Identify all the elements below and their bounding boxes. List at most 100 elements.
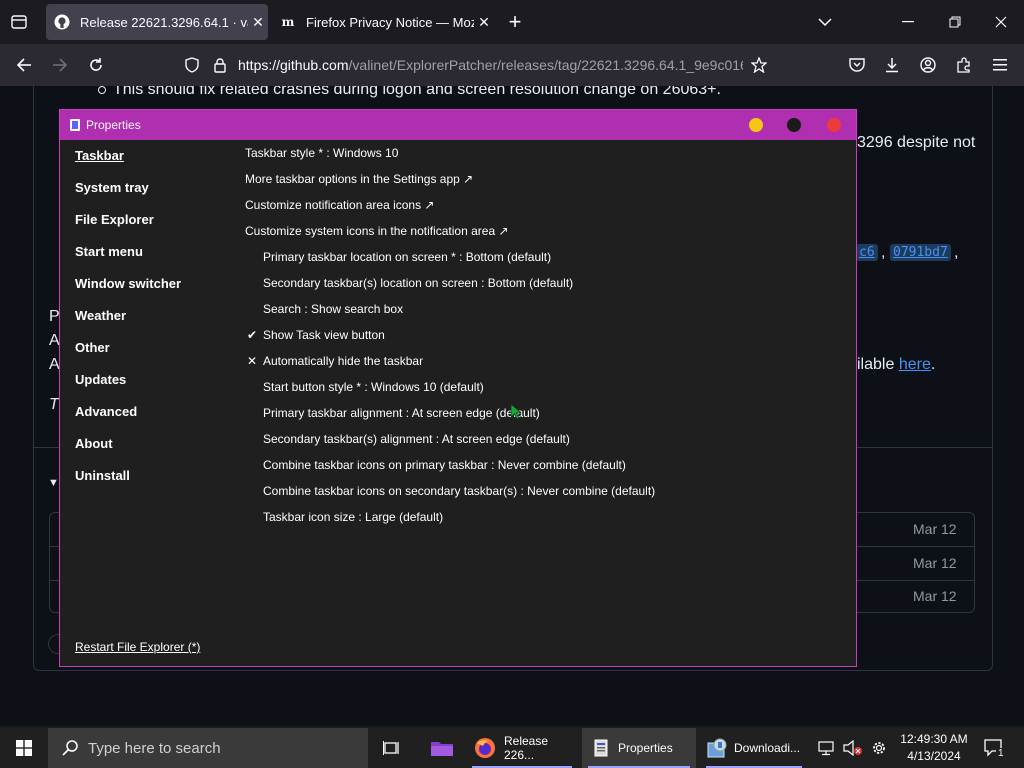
option-taskbar-style[interactable]: Taskbar style * : Windows 10 <box>245 146 398 160</box>
option-icon-size[interactable]: Taskbar icon size : Large (default) <box>263 510 443 524</box>
taskbar-app-label: Release 226... <box>504 734 549 762</box>
menu-icon[interactable] <box>988 53 1012 77</box>
shield-icon[interactable] <box>182 55 202 75</box>
text-fragment: T <box>49 396 59 413</box>
commit-link[interactable]: 0791bd7 <box>890 244 951 261</box>
nav-about[interactable]: About <box>75 436 113 451</box>
option-notification-icons[interactable]: Customize notification area icons ↗ <box>245 198 434 212</box>
option-combine-secondary[interactable]: Combine taskbar icons on secondary taskb… <box>263 484 655 498</box>
option-label: Show Task view button <box>263 328 385 342</box>
taskbar-search-box[interactable]: Type here to search <box>48 728 368 768</box>
pocket-icon[interactable] <box>845 53 869 77</box>
cross-mark-icon: ✕ <box>247 354 258 368</box>
tab-list-icon[interactable] <box>8 12 30 32</box>
forward-arrow-icon[interactable] <box>48 53 72 77</box>
text-fragment: 3296 despite not <box>857 134 976 151</box>
nav-other[interactable]: Other <box>75 340 110 355</box>
tab-firefox-privacy[interactable]: m Firefox Privacy Notice — Mozilla ✕ <box>272 4 494 40</box>
asset-date: Mar 12 <box>913 521 957 537</box>
option-auto-hide[interactable]: ✕ Automatically hide the taskbar <box>247 354 424 368</box>
checkmark-icon: ✔ <box>247 328 258 342</box>
minimize-window-icon[interactable] <box>896 10 920 34</box>
installer-icon <box>706 737 728 759</box>
comma: , <box>881 244 886 261</box>
close-tab-icon[interactable]: ✕ <box>474 14 494 31</box>
address-bar[interactable]: https://github.com/valinet/ExplorerPatch… <box>232 49 776 81</box>
option-more-taskbar-options[interactable]: More taskbar options in the Settings app… <box>245 172 473 186</box>
nav-window-switcher[interactable]: Window switcher <box>75 276 181 291</box>
network-icon[interactable] <box>816 728 838 768</box>
window-titlebar[interactable]: Properties <box>60 110 856 140</box>
restore-window-icon[interactable] <box>943 10 967 34</box>
taskbar-app-firefox[interactable]: Release 226... <box>466 728 578 768</box>
taskbar-app-label: Properties <box>618 741 673 755</box>
option-primary-location[interactable]: Primary taskbar location on screen * : B… <box>263 250 551 264</box>
nav-taskbar[interactable]: Taskbar <box>75 148 124 163</box>
minimize-button[interactable] <box>749 118 763 132</box>
taskbar-app-downloading[interactable]: Downloadi... <box>700 728 808 768</box>
close-tab-icon[interactable]: ✕ <box>248 14 268 31</box>
settings-gear-icon[interactable] <box>868 728 890 768</box>
restart-explorer-link[interactable]: Restart File Explorer (*) <box>75 640 200 654</box>
bullet-text: This should fix related crashes during l… <box>113 86 721 98</box>
nav-system-tray[interactable]: System tray <box>75 180 149 195</box>
nav-file-explorer[interactable]: File Explorer <box>75 212 154 227</box>
commit-link[interactable]: c6 <box>856 244 878 261</box>
nav-uninstall[interactable]: Uninstall <box>75 468 130 483</box>
option-combine-primary[interactable]: Combine taskbar icons on primary taskbar… <box>263 458 626 472</box>
close-window-icon[interactable] <box>989 10 1013 34</box>
option-system-icons[interactable]: Customize system icons in the notificati… <box>245 224 509 238</box>
option-primary-alignment[interactable]: Primary taskbar alignment : At screen ed… <box>263 406 540 420</box>
task-view-icon[interactable] <box>378 728 406 768</box>
chevron-down-icon[interactable] <box>814 12 836 32</box>
account-icon[interactable] <box>916 53 940 77</box>
nav-weather[interactable]: Weather <box>75 308 126 323</box>
back-arrow-icon[interactable] <box>12 53 36 77</box>
text-fragment: ilable here. <box>857 356 936 373</box>
properties-app-icon <box>594 739 608 757</box>
option-label: Automatically hide the taskbar <box>263 354 424 368</box>
extensions-icon[interactable] <box>952 53 976 77</box>
tab-github-release[interactable]: Release 22621.3296.64.1 · valinet ✕ <box>46 4 268 40</box>
bookmark-star-icon[interactable] <box>751 57 767 73</box>
asset-date: Mar 12 <box>913 588 957 604</box>
taskbar-app-properties[interactable]: Properties <box>582 728 696 768</box>
option-task-view[interactable]: ✔ Show Task view button <box>247 328 385 342</box>
close-button[interactable] <box>827 118 841 132</box>
new-tab-button[interactable]: + <box>504 9 526 34</box>
nav-updates[interactable]: Updates <box>75 372 126 387</box>
clock[interactable]: 12:49:30 AM 4/13/2024 <box>896 731 972 765</box>
option-secondary-alignment[interactable]: Secondary taskbar(s) alignment : At scre… <box>263 432 570 446</box>
properties-app-icon <box>70 119 80 131</box>
github-icon <box>54 14 70 30</box>
search-icon <box>62 740 78 756</box>
url-domain: https://github.com <box>238 57 349 73</box>
comma: , <box>954 244 959 261</box>
maximize-button[interactable] <box>787 118 801 132</box>
url-text[interactable]: https://github.com/valinet/ExplorerPatch… <box>238 57 743 73</box>
properties-window: Properties Taskbar System tray File Expl… <box>59 109 857 667</box>
volume-muted-icon[interactable] <box>842 728 864 768</box>
here-link[interactable]: here <box>899 356 931 373</box>
search-placeholder: Type here to search <box>88 739 221 757</box>
asset-date: Mar 12 <box>913 555 957 571</box>
available-text: ilable <box>857 356 895 373</box>
mouse-cursor-icon <box>510 403 523 425</box>
firefox-icon <box>474 737 496 759</box>
tab-title: Release 22621.3296.64.1 · valinet <box>80 14 248 30</box>
lock-icon[interactable] <box>210 55 230 75</box>
clock-date: 4/13/2024 <box>907 749 961 763</box>
download-icon[interactable] <box>880 53 904 77</box>
collapse-triangle-icon[interactable]: ▼ <box>48 477 59 489</box>
nav-advanced[interactable]: Advanced <box>75 404 137 419</box>
notification-center-icon[interactable]: 1 <box>980 728 1008 768</box>
mozilla-icon: m <box>281 15 295 29</box>
window-title: Properties <box>86 118 141 132</box>
option-start-button-style[interactable]: Start button style * : Windows 10 (defau… <box>263 380 484 394</box>
option-search[interactable]: Search : Show search box <box>263 302 403 316</box>
option-secondary-location[interactable]: Secondary taskbar(s) location on screen … <box>263 276 573 290</box>
file-explorer-icon[interactable] <box>424 728 460 768</box>
reload-icon[interactable] <box>84 53 108 77</box>
nav-start-menu[interactable]: Start menu <box>75 244 143 259</box>
start-button[interactable] <box>0 728 48 768</box>
